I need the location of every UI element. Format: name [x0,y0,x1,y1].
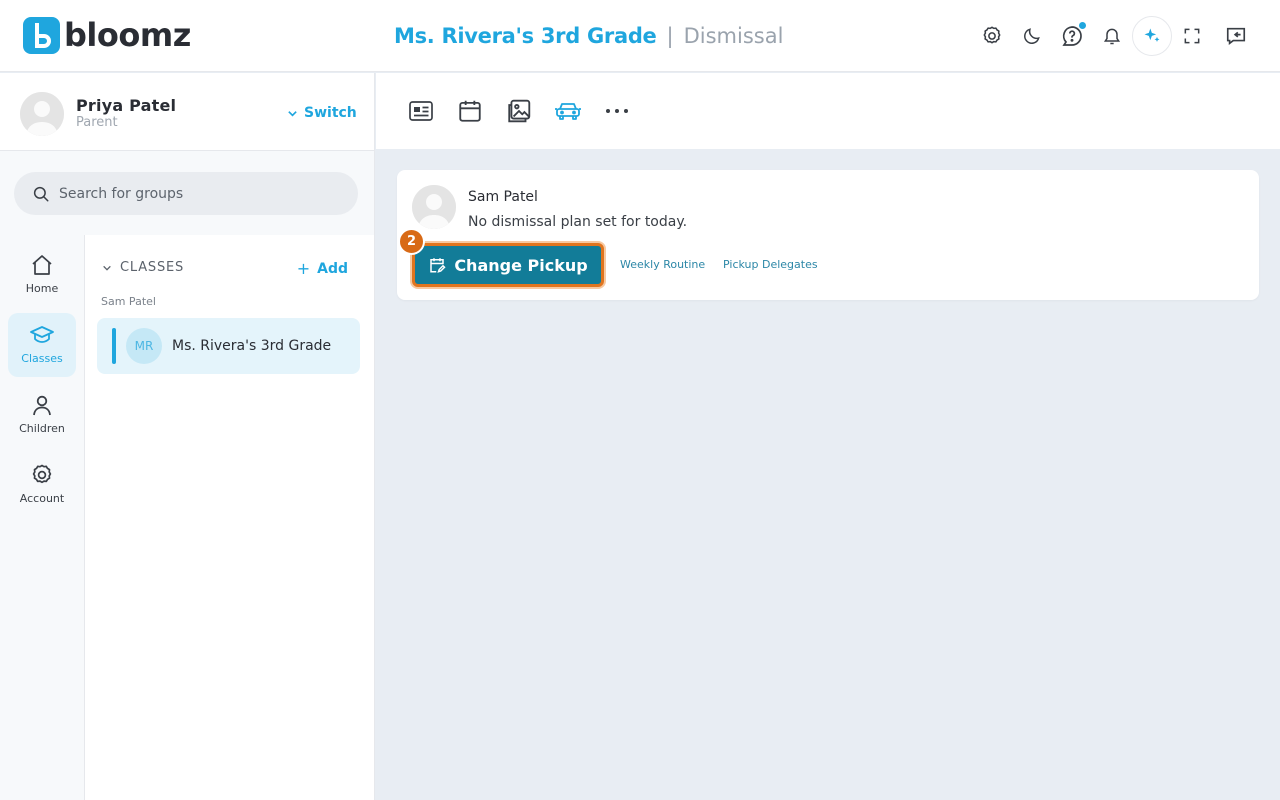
moon-icon[interactable] [1012,16,1052,56]
class-item[interactable]: MR Ms. Rivera's 3rd Grade [97,318,360,374]
person-icon [33,395,51,416]
class-avatar: MR [126,328,162,364]
add-class-button[interactable]: + Add [297,259,348,278]
plus-icon: + [296,259,311,278]
profile-name: Priya Patel [76,96,177,115]
dismissal-card: Sam Patel No dismissal plan set for toda… [397,170,1259,300]
avatar[interactable] [20,92,64,136]
add-label: Add [317,260,348,277]
logo-mark-icon [23,17,60,54]
search-box[interactable] [14,172,358,215]
selected-indicator [112,328,116,364]
logo-text: bloomz [64,16,191,54]
nav-item-children[interactable]: Children [8,383,76,447]
help-chat-icon[interactable] [1052,16,1092,56]
newsletter-icon[interactable] [396,91,445,131]
nav-label-classes: Classes [21,352,63,365]
dismissal-status: No dismissal plan set for today. [468,214,688,230]
bloomz-logo[interactable]: bloomz [23,17,191,54]
header-actions [972,16,1256,56]
title-separator: | [666,24,674,48]
sparkle-ai-icon[interactable] [1132,16,1172,56]
search-input[interactable] [59,185,339,202]
nav-item-account[interactable]: Account [8,453,76,517]
nav-item-classes[interactable]: Classes [8,313,76,377]
change-pickup-button[interactable]: Change Pickup [412,243,604,287]
classes-pane: CLASSES + Add Sam Patel MR Ms. Rivera's … [85,235,374,800]
calendar-edit-icon [430,258,446,273]
nav-label-home: Home [25,282,59,295]
weekly-routine-link[interactable]: Weekly Routine [620,258,705,271]
notification-dot [1078,21,1087,30]
search-area [0,151,374,235]
car-icon[interactable] [543,91,592,131]
top-bar: bloomz Ms. Rivera's 3rd Grade | Dismissa… [0,0,1280,72]
student-name: Sam Patel [468,189,538,205]
group-title: Ms. Rivera's 3rd Grade [394,24,657,48]
profile-header: Priya Patel Parent Switch [0,73,374,151]
change-pickup-label: Change Pickup [454,255,588,275]
class-name: Ms. Rivera's 3rd Grade [172,338,332,354]
nav-item-home[interactable]: Home [8,243,76,307]
settings-icon[interactable] [972,16,1012,56]
classes-section-toggle[interactable]: CLASSES [102,260,184,275]
avatar [412,185,456,229]
calendar-icon[interactable] [445,91,494,131]
more-icon[interactable] [592,91,641,131]
pickup-delegates-link[interactable]: Pickup Delegates [723,258,818,271]
icon-nav: Home Classes Children Account [0,235,85,800]
fullscreen-icon[interactable] [1172,16,1212,56]
graduation-cap-icon [30,326,54,343]
section-title: Dismissal [683,24,784,48]
left-panel: Priya Patel Parent Switch Home Classes C… [0,73,375,800]
nav-label-children: Children [19,422,65,435]
bell-icon[interactable] [1092,16,1132,56]
page-title: Ms. Rivera's 3rd Grade | Dismissal [394,22,783,50]
classes-header-label: CLASSES [120,260,185,275]
chevron-down-icon [103,265,111,271]
profile-role: Parent [76,115,118,130]
switch-label: Switch [304,105,357,121]
nav-label-account: Account [19,492,65,505]
chevron-down-icon [288,110,297,117]
child-group-label: Sam Patel [101,295,156,308]
search-icon [33,186,49,201]
step-badge: 2 [398,228,425,255]
feedback-icon[interactable] [1216,16,1256,56]
group-toolbar [376,73,1280,149]
switch-button[interactable]: Switch [287,105,357,121]
gear-icon [32,464,52,484]
home-icon [32,255,52,275]
photos-icon[interactable] [494,91,543,131]
